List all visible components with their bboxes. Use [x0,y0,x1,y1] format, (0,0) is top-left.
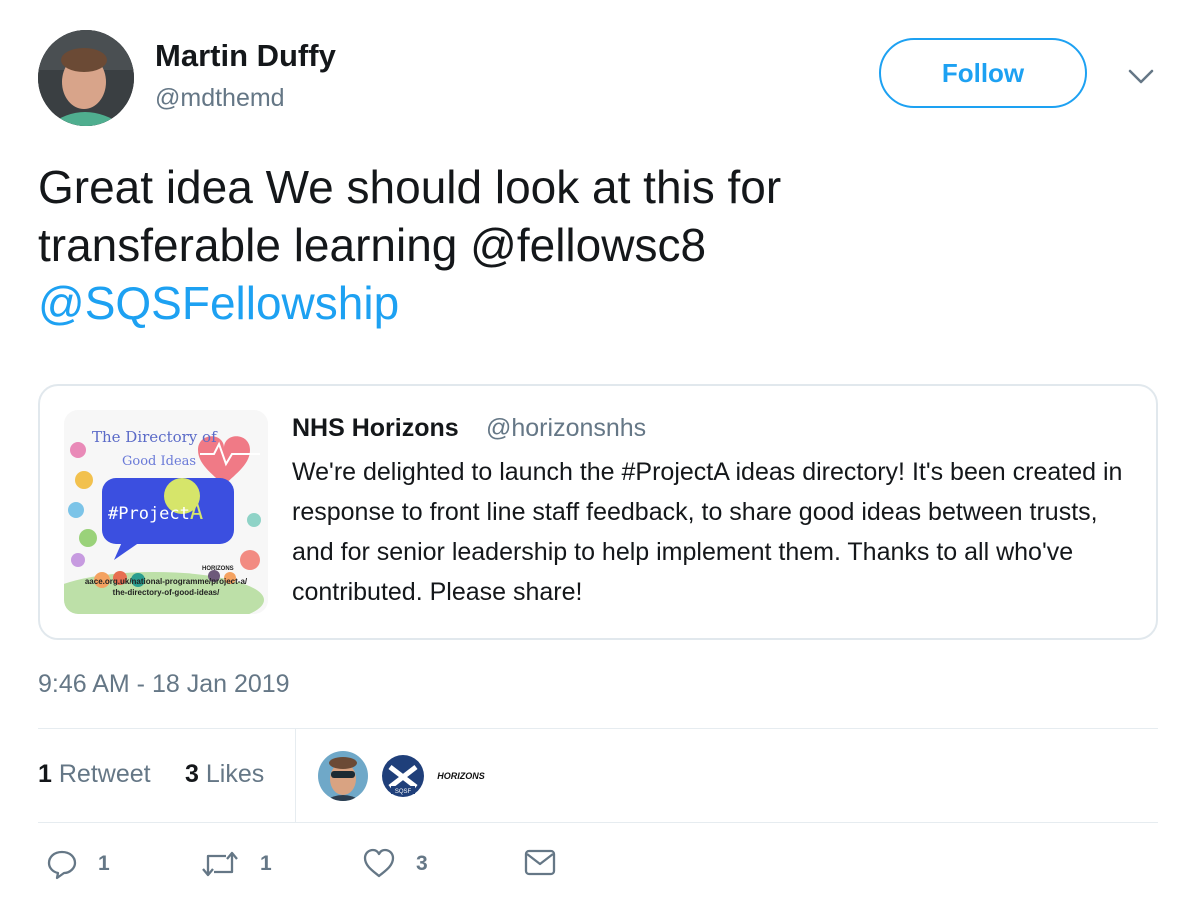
image-badge: #ProjectA [108,500,203,525]
image-badge-text: #Project [108,504,190,524]
like-button[interactable]: 3 [362,848,428,880]
stats-top-divider [38,728,1158,729]
svg-text:HORIZONS: HORIZONS [437,771,485,781]
image-title-line1: The Directory of [92,428,217,446]
quoted-tweet-text: We're delighted to launch the #ProjectA … [292,458,1123,606]
likes-label: Likes [205,760,265,788]
envelope-icon [524,849,556,876]
likes-count: 3 [185,760,199,788]
chevron-down-icon [1128,69,1154,84]
image-logos-text: HORIZONS [202,566,234,572]
tweet-text-line1: Great idea We should look at this for [38,161,782,213]
tweet-timestamp[interactable]: 9:46 AM - 18 Jan 2019 [38,670,290,699]
svg-text:SQSF: SQSF [395,789,412,795]
retweets-stat[interactable]: 1 Retweet [38,760,151,789]
reply-count: 1 [98,852,110,875]
sqsf-logo-icon: SQSF [378,751,428,801]
liker-avatar-person[interactable] [318,751,368,801]
follow-button[interactable]: Follow [879,38,1087,108]
retweets-count: 1 [38,760,52,788]
mention-link[interactable]: @SQSFellowship [38,277,399,329]
author-display-name[interactable]: Martin Duffy [155,38,336,74]
author-handle[interactable]: @mdthemd [155,84,285,113]
reply-icon [47,850,77,880]
author-avatar[interactable] [38,30,134,126]
tweet-menu-button[interactable] [1126,64,1156,88]
liker-avatar-horizons[interactable]: HORIZONS [436,751,486,801]
retweet-count: 1 [260,852,272,875]
image-title-line2: Good Ideas [122,454,197,469]
liker-avatar-sqsf[interactable]: SQSF [378,751,428,801]
stats-bottom-divider [38,822,1158,823]
quoted-handle[interactable]: @horizonsnhs [486,414,646,443]
horizons-logo-icon: HORIZONS [436,751,486,801]
tweet-text-line2: transferable learning @fellowsc8 [38,219,707,271]
direct-message-button[interactable] [524,848,556,878]
stats-vertical-divider [295,729,296,823]
quoted-display-name[interactable]: NHS Horizons [292,414,459,443]
avatar-photo-icon [38,30,134,126]
likes-stat[interactable]: 3 Likes [185,760,264,789]
like-count: 3 [416,852,428,875]
image-badge-letter: A [189,500,204,525]
heart-icon [363,848,395,878]
tweet-text: Great idea We should look at this for tr… [38,158,1158,332]
image-url-line2: the-directory-of-good-ideas/ [112,588,220,597]
image-url-line1: aace.org.uk/national-programme/project-a… [84,577,248,586]
retweet-button[interactable]: 1 [200,848,272,880]
image-url: aace.org.uk/national-programme/project-a… [68,576,264,598]
retweet-icon [202,851,238,877]
retweets-label: Retweet [58,760,151,788]
quoted-tweet-image[interactable]: The Directory of Good Ideas #ProjectA HO… [64,410,268,614]
reply-button[interactable]: 1 [46,848,110,880]
person-avatar-icon [318,751,368,801]
